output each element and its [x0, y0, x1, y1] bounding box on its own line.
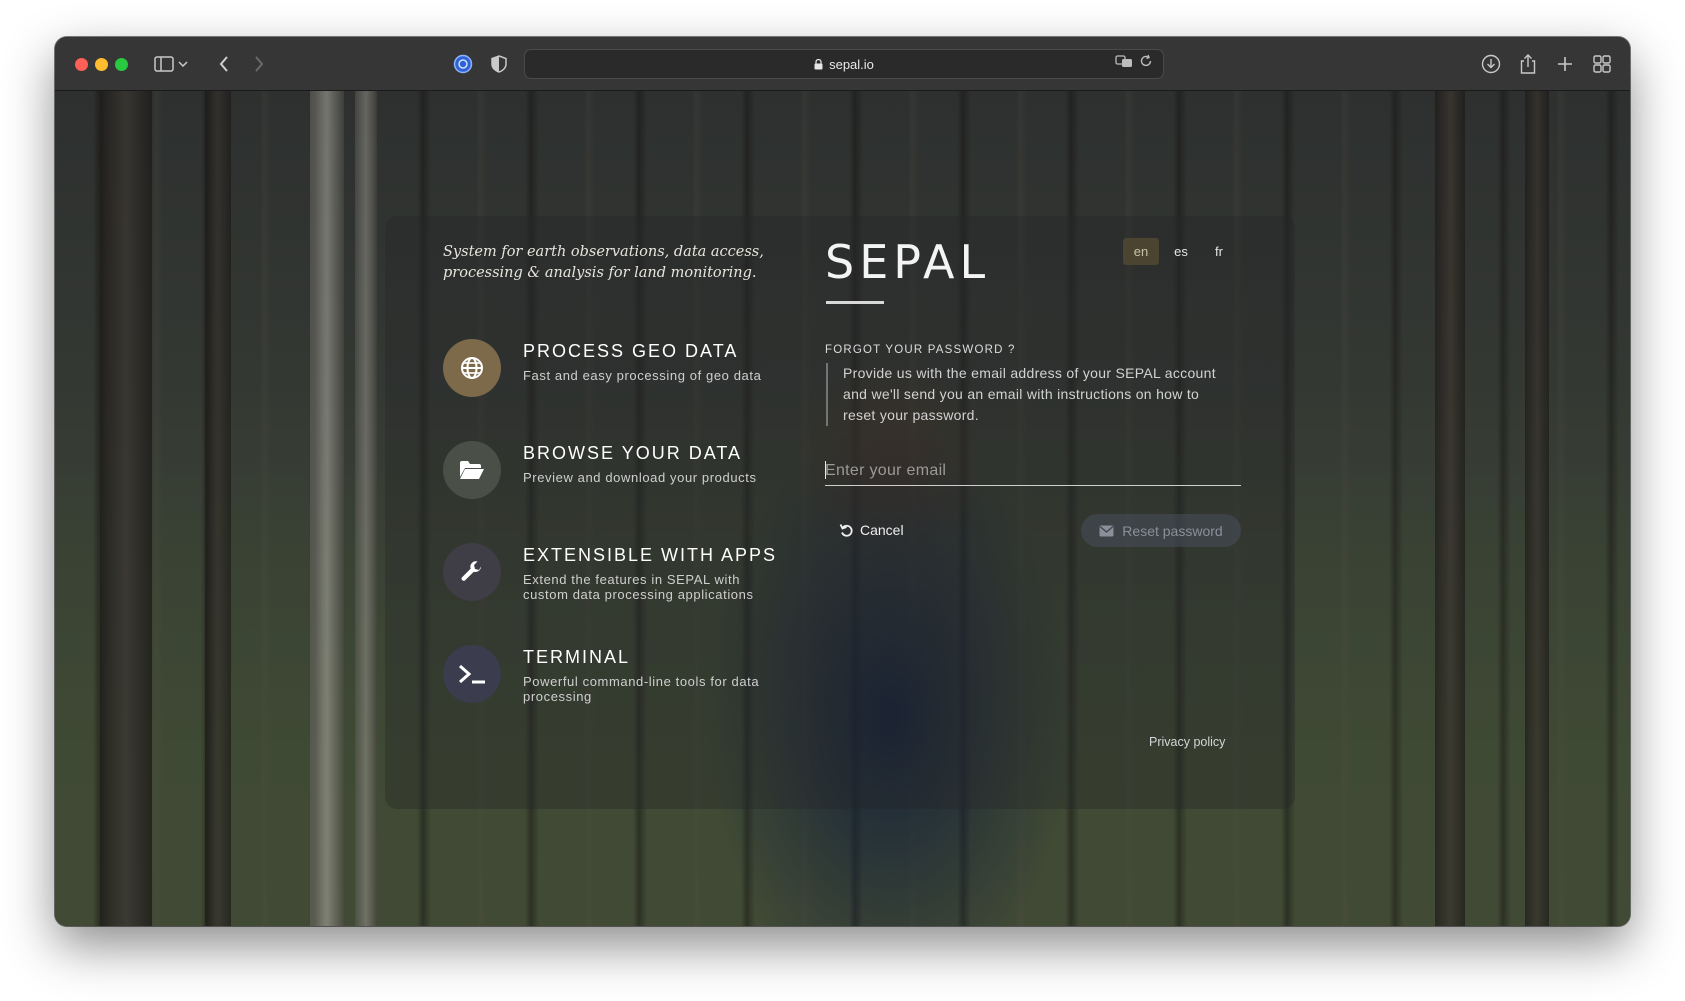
feature-icon-circle — [443, 543, 501, 601]
email-input[interactable] — [825, 457, 1241, 486]
address-bar[interactable]: sepal.io — [524, 49, 1164, 79]
feature-title: PROCESS GEO DATA — [523, 341, 739, 361]
cancel-button[interactable]: Cancel — [833, 515, 910, 545]
feature-terminal: TERMINAL Powerful command-line tools for… — [443, 645, 783, 707]
reload-icon[interactable] — [1139, 54, 1153, 68]
forward-icon[interactable] — [248, 53, 270, 75]
minimize-window-button[interactable] — [95, 58, 108, 71]
birch-trunk — [355, 91, 377, 926]
feature-browse-your-data: BROWSE YOUR DATA Preview and download yo… — [443, 441, 783, 503]
language-en[interactable]: en — [1123, 238, 1159, 265]
tree-trunk — [205, 91, 231, 926]
extension-icon[interactable] — [452, 53, 474, 75]
forgot-password-title: FORGOT YOUR PASSWORD ? — [825, 344, 1016, 356]
forgot-password-instructions: Provide us with the email address of you… — [826, 363, 1235, 426]
feature-description: Fast and easy processing of geo data — [523, 368, 762, 383]
feature-title: BROWSE YOUR DATA — [523, 443, 743, 463]
birch-trunk — [310, 91, 344, 926]
tree-trunk — [1525, 91, 1549, 926]
back-icon[interactable] — [213, 53, 235, 75]
privacy-shield-icon[interactable] — [488, 53, 510, 75]
sidebar-toggle-icon[interactable] — [153, 53, 175, 75]
feature-description: Preview and download your products — [523, 470, 757, 485]
feature-title: TERMINAL — [523, 647, 631, 667]
feature-description: Powerful command-line tools for data pro… — [523, 674, 760, 704]
feature-title: EXTENSIBLE WITH APPS — [523, 545, 778, 565]
terminal-icon — [457, 663, 487, 685]
language-es[interactable]: es — [1166, 238, 1196, 265]
tree-trunk — [1435, 91, 1465, 926]
cancel-button-label: Cancel — [860, 522, 904, 538]
chevron-down-icon[interactable] — [176, 53, 190, 75]
envelope-icon — [1099, 525, 1114, 537]
feature-extensible-with-apps: EXTENSIBLE WITH APPS Extend the features… — [443, 543, 783, 605]
zoom-window-button[interactable] — [115, 58, 128, 71]
globe-icon — [460, 356, 484, 380]
translate-icon[interactable] — [1115, 54, 1133, 68]
browser-window: sepal.io System for earth observations, … — [55, 37, 1630, 926]
close-window-button[interactable] — [75, 58, 88, 71]
undo-icon — [839, 523, 854, 538]
folder-open-icon — [458, 459, 486, 481]
page-content — [55, 91, 1630, 926]
wrench-icon — [460, 560, 484, 584]
reset-password-button[interactable]: Reset password — [1081, 514, 1241, 547]
url-text: sepal.io — [829, 56, 874, 72]
feature-icon-circle — [443, 339, 501, 397]
feature-icon-circle — [443, 441, 501, 499]
lock-icon — [814, 58, 823, 70]
downloads-icon[interactable] — [1480, 53, 1502, 75]
feature-description: Extend the features in SEPAL with custom… — [523, 572, 754, 602]
browser-toolbar: sepal.io — [55, 37, 1630, 91]
privacy-policy-link[interactable]: Privacy policy — [1149, 735, 1225, 749]
text-caret — [825, 461, 826, 479]
language-fr[interactable]: fr — [1207, 238, 1231, 265]
share-icon[interactable] — [1517, 53, 1539, 75]
sepal-logo: SEPAL — [825, 235, 991, 289]
tab-overview-icon[interactable] — [1591, 53, 1613, 75]
tagline: System for earth observations, data acce… — [443, 244, 764, 281]
login-panel — [385, 216, 1295, 809]
logo-underline — [826, 301, 884, 304]
reset-password-label: Reset password — [1122, 522, 1223, 539]
feature-icon-circle — [443, 645, 501, 703]
background-image — [100, 91, 152, 926]
new-tab-icon[interactable] — [1554, 53, 1576, 75]
feature-process-geo-data: PROCESS GEO DATA Fast and easy processin… — [443, 339, 783, 401]
